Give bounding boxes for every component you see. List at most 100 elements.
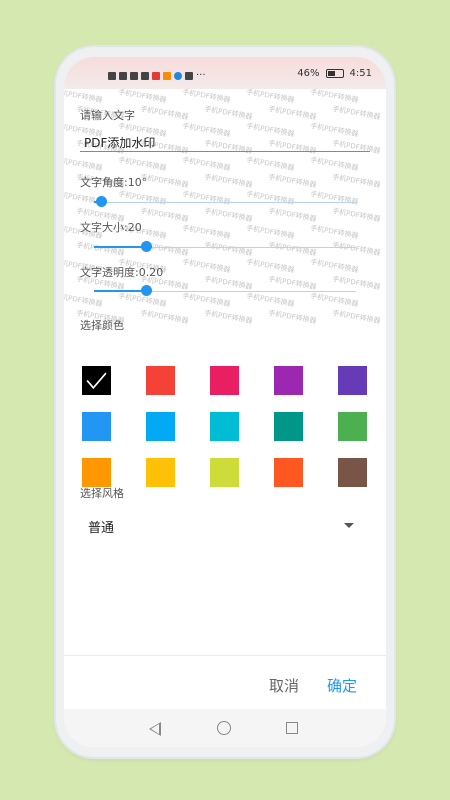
- watermark-text: 手机PDF转换器: [331, 274, 381, 292]
- watermark-text: 手机PDF转换器: [309, 223, 359, 241]
- watermark-text: 手机PDF转换器: [181, 89, 231, 105]
- watermark-text: 手机PDF转换器: [309, 89, 359, 105]
- color-swatch[interactable]: [338, 412, 367, 441]
- signal-icon: [130, 71, 138, 80]
- color-swatch[interactable]: [274, 458, 303, 487]
- status-left-icons: ···: [108, 70, 206, 81]
- style-select[interactable]: 普通: [88, 517, 114, 536]
- watermark-text-input[interactable]: PDF添加水印: [84, 134, 155, 151]
- watermark-text: 手机PDF转换器: [267, 138, 317, 156]
- battery-icon: [325, 69, 344, 78]
- app-icon: [174, 71, 182, 80]
- color-swatch[interactable]: [210, 366, 239, 395]
- watermark-text: 手机PDF转换器: [267, 274, 317, 292]
- confirm-button[interactable]: 确定: [327, 675, 357, 696]
- dialog-divider: [64, 655, 386, 656]
- watermark-text: 手机PDF转换器: [245, 155, 295, 173]
- watermark-text: 手机PDF转换器: [203, 206, 253, 224]
- opacity-label: 文字透明度:0.20: [80, 266, 164, 279]
- screen: ··· 46% 4:51 手机PDF转换器 手机PDF转换器 手机PDF转换器 手机P…: [64, 57, 386, 747]
- hd-icon: [108, 71, 116, 80]
- watermark-text: 手机PDF转换器: [203, 240, 253, 258]
- watermark-text: 手机PDF转换器: [117, 189, 167, 207]
- size-label: 文字大小:20: [80, 221, 142, 234]
- watermark-text: 手机PDF转换器: [203, 104, 253, 122]
- color-swatch[interactable]: [338, 366, 367, 395]
- color-swatch[interactable]: [146, 366, 175, 395]
- watermark-text: 手机PDF转换器: [331, 240, 381, 258]
- watermark-text: 手机PDF转换器: [267, 308, 317, 326]
- watermark-text: 手机PDF转换器: [245, 223, 295, 241]
- watermark-text: 手机PDF转换器: [309, 121, 359, 139]
- watermark-text: 手机PDF转换器: [203, 308, 253, 326]
- recents-icon[interactable]: [286, 722, 298, 734]
- battery-percent: 46%: [297, 68, 320, 79]
- watermark-text: 手机PDF转换器: [309, 155, 359, 173]
- more-notifications: ···: [196, 70, 206, 81]
- watermark-text: 手机PDF转换器: [309, 189, 359, 207]
- color-swatch[interactable]: [82, 366, 111, 395]
- color-swatch[interactable]: [274, 412, 303, 441]
- chevron-down-icon[interactable]: [344, 523, 354, 528]
- watermark-text: 手机PDF转换器: [181, 291, 231, 309]
- color-swatch[interactable]: [146, 458, 175, 487]
- app-icon: [152, 71, 160, 80]
- watermark-text: 手机PDF转换器: [181, 189, 231, 207]
- watermark-text: 手机PDF转换器: [245, 189, 295, 207]
- home-icon[interactable]: [217, 721, 231, 735]
- check-icon: [86, 372, 107, 390]
- watermark-text: 手机PDF转换器: [245, 89, 295, 105]
- signal-icon: [119, 71, 127, 80]
- watermark-text: 手机PDF转换器: [64, 89, 103, 105]
- angle-slider-track[interactable]: [94, 202, 356, 203]
- color-swatch[interactable]: [210, 412, 239, 441]
- back-icon[interactable]: [149, 722, 161, 736]
- watermark-text: 手机PDF转换器: [267, 172, 317, 190]
- phone-frame: ··· 46% 4:51 手机PDF转换器 手机PDF转换器 手机PDF转换器 手机P…: [56, 47, 394, 757]
- size-slider-fill: [94, 246, 147, 248]
- angle-label: 文字角度:10°: [80, 176, 148, 189]
- watermark-text: 手机PDF转换器: [139, 206, 189, 224]
- watermark-text: 手机PDF转换器: [309, 291, 359, 309]
- clock: 4:51: [349, 68, 372, 79]
- watermark-text: 手机PDF转换器: [331, 104, 381, 122]
- app-icon: [185, 71, 193, 80]
- watermark-text: 手机PDF转换器: [117, 155, 167, 173]
- color-swatch[interactable]: [146, 412, 175, 441]
- watermark-text: 手机PDF转换器: [181, 257, 231, 275]
- watermark-text: 手机PDF转换器: [75, 240, 125, 258]
- color-label: 选择颜色: [80, 319, 124, 332]
- style-label: 选择风格: [80, 487, 124, 500]
- color-swatch[interactable]: [82, 458, 111, 487]
- cancel-button[interactable]: 取消: [269, 675, 299, 696]
- navigation-bar: [64, 709, 386, 747]
- watermark-text: 手机PDF转换器: [117, 89, 167, 105]
- color-swatch[interactable]: [338, 458, 367, 487]
- input-label: 请输入文字: [80, 109, 135, 122]
- watermark-dialog: 手机PDF转换器 手机PDF转换器 手机PDF转换器 手机PDF转换器 手机PDF转换器…: [64, 89, 386, 649]
- watermark-text: 手机PDF转换器: [245, 257, 295, 275]
- watermark-text: 手机PDF转换器: [309, 257, 359, 275]
- watermark-text: 手机PDF转换器: [64, 155, 103, 173]
- watermark-text: 手机PDF转换器: [203, 172, 253, 190]
- watermark-preview: 手机PDF转换器 手机PDF转换器 手机PDF转换器 手机PDF转换器 手机PDF转换器…: [64, 89, 386, 329]
- watermark-text: 手机PDF转换器: [331, 308, 381, 326]
- watermark-text: 手机PDF转换器: [267, 206, 317, 224]
- watermark-text: 手机PDF转换器: [245, 291, 295, 309]
- color-swatch[interactable]: [82, 412, 111, 441]
- status-bar: ··· 46% 4:51: [64, 57, 386, 89]
- color-swatch[interactable]: [210, 458, 239, 487]
- watermark-text: 手机PDF转换器: [267, 240, 317, 258]
- watermark-text: 手机PDF转换器: [267, 104, 317, 122]
- watermark-text: 手机PDF转换器: [181, 121, 231, 139]
- watermark-text: 手机PDF转换器: [64, 291, 103, 309]
- watermark-text: 手机PDF转换器: [203, 138, 253, 156]
- watermark-text: 手机PDF转换器: [331, 138, 381, 156]
- opacity-slider-fill: [94, 290, 147, 292]
- wifi-icon: [141, 71, 149, 80]
- color-swatch[interactable]: [274, 366, 303, 395]
- watermark-text: 手机PDF转换器: [203, 274, 253, 292]
- app-icon: [163, 71, 171, 80]
- input-underline: [80, 151, 370, 152]
- watermark-text: 手机PDF转换器: [139, 308, 189, 326]
